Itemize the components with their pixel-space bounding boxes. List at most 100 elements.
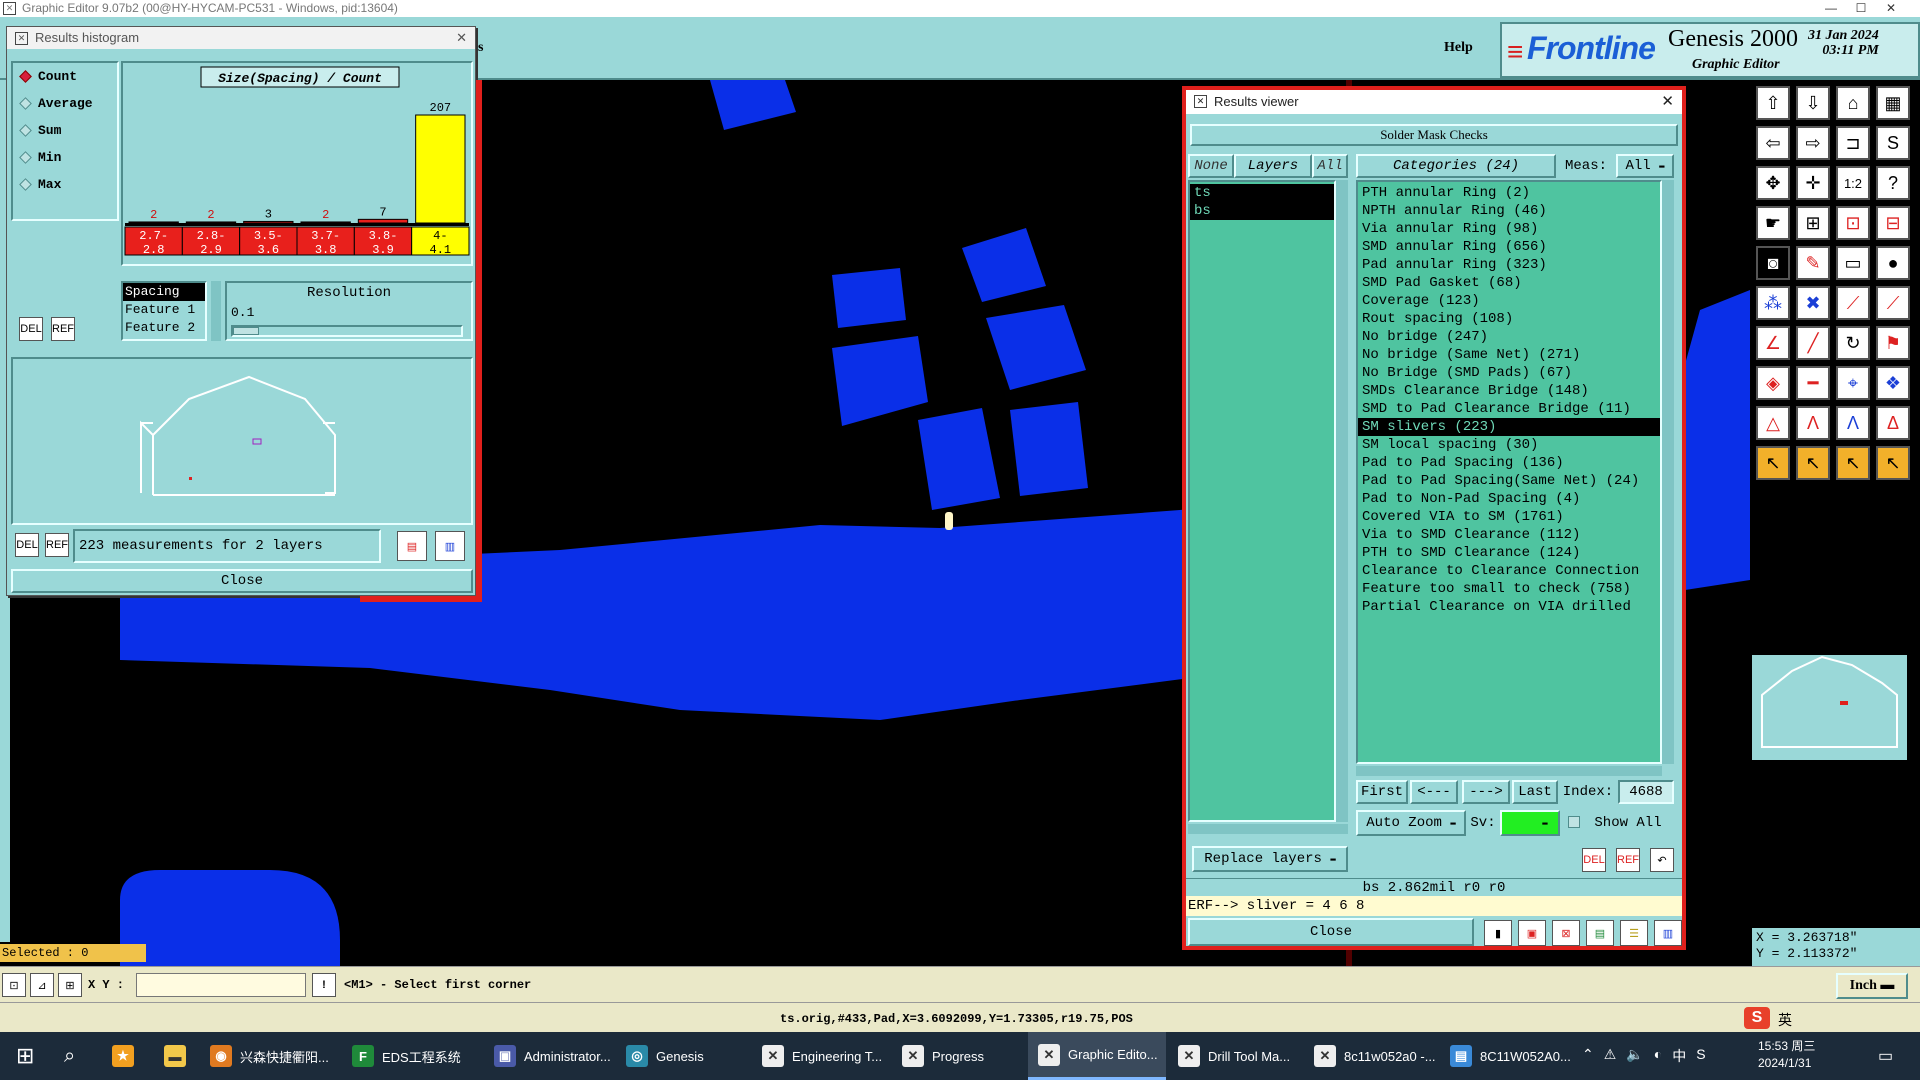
tray-expand-icon[interactable]: ⌃ (1582, 1046, 1594, 1066)
connect-icon[interactable]: ⁂ (1756, 286, 1790, 320)
category-item[interactable]: Rout spacing (108) (1358, 310, 1660, 328)
taskbar-item[interactable]: ✕ Drill Tool Ma... (1168, 1032, 1308, 1080)
category-item[interactable]: Via annular Ring (98) (1358, 220, 1660, 238)
notes-icon[interactable]: ☰ (1620, 920, 1648, 946)
search-icon[interactable]: ⌕ (54, 1032, 94, 1080)
del-button[interactable]: DEL (19, 317, 43, 341)
histogram-bar[interactable] (185, 221, 237, 224)
category-item[interactable]: Clearance to Clearance Connection (1358, 562, 1660, 580)
measure-tool-icon[interactable]: ⊿ (30, 973, 54, 997)
pointer-edit-icon[interactable]: ↖ (1836, 446, 1870, 480)
arc-icon[interactable]: ↻ (1836, 326, 1870, 360)
close-icon[interactable]: ✕ (456, 27, 467, 49)
layers-hscrollbar[interactable] (1188, 824, 1348, 834)
system-clock[interactable]: 15:53 周三 2024/1/31 (1758, 1038, 1815, 1072)
dot-icon[interactable]: ● (1876, 246, 1910, 280)
category-item[interactable]: No Bridge (SMD Pads) (67) (1358, 364, 1660, 382)
histogram-bar[interactable] (128, 221, 179, 224)
maximize-icon[interactable]: ☐ (1846, 0, 1876, 17)
board-preview[interactable] (11, 357, 473, 525)
resolution-slider[interactable] (231, 325, 463, 337)
categories-scrollbar[interactable] (1662, 180, 1674, 764)
next-button[interactable]: ---> (1462, 780, 1510, 804)
category-item[interactable]: Via to SMD Clearance (112) (1358, 526, 1660, 544)
spacing-item-selected[interactable]: Spacing (123, 283, 205, 301)
notification-icon[interactable]: ▭ (1878, 1046, 1893, 1066)
category-item[interactable]: SMDs Clearance Bridge (148) (1358, 382, 1660, 400)
snap-icon[interactable]: ⊡ (1836, 206, 1870, 240)
spacing-item[interactable]: Feature 1 (123, 301, 205, 319)
histogram-icon[interactable]: ▥ (1654, 920, 1682, 946)
volume-icon[interactable]: 🔈 (1626, 1046, 1643, 1066)
mode-max[interactable]: Max (13, 171, 117, 198)
layout-icon[interactable]: ▦ (1876, 86, 1910, 120)
scale-icon[interactable]: 1:2 (1836, 166, 1870, 200)
pointer-move-icon[interactable]: ↖ (1876, 446, 1910, 480)
units-dropdown[interactable]: Inch ▬ (1836, 973, 1908, 999)
category-item[interactable]: Covered VIA to SM (1761) (1358, 508, 1660, 526)
help-button[interactable]: Help (1444, 40, 1473, 56)
help-icon[interactable]: ? (1876, 166, 1910, 200)
spacing-item[interactable]: Feature 2 (123, 319, 205, 337)
category-item[interactable]: Pad annular Ring (323) (1358, 256, 1660, 274)
category-item[interactable]: No bridge (Same Net) (271) (1358, 346, 1660, 364)
auto-zoom-dropdown[interactable]: Auto Zoom ▬ (1356, 810, 1466, 836)
ime-mode[interactable]: 英 (1778, 1010, 1792, 1030)
taskbar-item[interactable]: ✕ 8c11w052a0 -... (1304, 1032, 1442, 1080)
hand-icon[interactable]: ☛ (1756, 206, 1790, 240)
mode-sum[interactable]: Sum (13, 117, 117, 144)
histogram-bar[interactable] (300, 221, 351, 224)
peak-icon[interactable]: Λ (1796, 406, 1830, 440)
layers-scrollbar[interactable] (1336, 180, 1348, 822)
category-item[interactable]: SMD annular Ring (656) (1358, 238, 1660, 256)
step-icon[interactable]: ▤ (1586, 920, 1614, 946)
category-item[interactable]: PTH annular Ring (2) (1358, 184, 1660, 202)
first-button[interactable]: First (1356, 780, 1408, 804)
cross-box-icon[interactable]: ⊠ (1552, 920, 1580, 946)
folder-icon[interactable]: ▬ (154, 1032, 194, 1080)
category-item[interactable]: Pad to Pad Spacing (136) (1358, 454, 1660, 472)
close-window-icon[interactable]: ✕ (1876, 0, 1906, 17)
star-app-icon[interactable]: ★ (102, 1032, 142, 1080)
sliver-marker[interactable] (945, 512, 953, 530)
pointer-icon[interactable]: ↖ (1756, 446, 1790, 480)
pan-down-icon[interactable]: ⇩ (1796, 86, 1830, 120)
category-item[interactable]: SMD to Pad Clearance Bridge (11) (1358, 400, 1660, 418)
pointer-alt-icon[interactable]: ↖ (1796, 446, 1830, 480)
category-item[interactable]: SM local spacing (30) (1358, 436, 1660, 454)
export-icon[interactable]: ▤ (397, 531, 427, 561)
category-item[interactable]: Partial Clearance on VIA drilled (1358, 598, 1660, 616)
taskbar-item[interactable]: ✕ Engineering T... (752, 1032, 892, 1080)
arc-line-icon[interactable]: ⟋ (1876, 286, 1910, 320)
grid-icon[interactable]: ⊞ (1796, 206, 1830, 240)
histogram-chart[interactable]: Size(Spacing) / Count 2 2.7- 2.8 2 2.8- 2.9 3 3.… (121, 61, 473, 266)
slider-handle[interactable] (233, 327, 259, 335)
taskbar-item[interactable]: ▤ 8C11W052A0... (1440, 1032, 1580, 1080)
spacing-list[interactable]: Spacing Feature 1 Feature 2 (121, 281, 207, 341)
spacing-scrollbar[interactable] (211, 281, 221, 341)
link-icon[interactable]: ❖ (1876, 366, 1910, 400)
line-icon[interactable]: ⟋ (1836, 286, 1870, 320)
measure-icon[interactable]: ⌖ (1836, 366, 1870, 400)
minus-icon[interactable]: ━ (1796, 366, 1830, 400)
pan-up-icon[interactable]: ⇧ (1756, 86, 1790, 120)
replace-layers-dropdown[interactable]: Replace layers ▬ (1192, 846, 1348, 872)
histogram-close-button[interactable]: Close (11, 569, 473, 593)
diagonal-icon[interactable]: ╱ (1796, 326, 1830, 360)
meas-dropdown[interactable]: All ▬ (1616, 154, 1674, 178)
mode-min[interactable]: Min (13, 144, 117, 171)
peak-blue-icon[interactable]: Λ (1836, 406, 1870, 440)
category-item[interactable]: No bridge (247) (1358, 328, 1660, 346)
triangle-icon[interactable]: △ (1756, 406, 1790, 440)
fit-icon[interactable]: ✥ (1756, 166, 1790, 200)
angle-icon[interactable]: ∠ (1756, 326, 1790, 360)
viewer-ref-icon[interactable]: REF (1616, 848, 1640, 872)
histogram-bar[interactable] (243, 220, 294, 224)
taskbar-item[interactable]: F EDS工程系统 (342, 1032, 482, 1080)
ruler-icon[interactable]: ▭ (1836, 246, 1870, 280)
histogram-bar[interactable] (357, 218, 409, 224)
taskbar-item-active[interactable]: ✕ Graphic Edito... (1028, 1032, 1166, 1080)
taskbar-item[interactable]: ◎ Genesis (616, 1032, 748, 1080)
flag-icon[interactable]: ⚑ (1876, 326, 1910, 360)
snap-grid-icon[interactable]: ⊟ (1876, 206, 1910, 240)
